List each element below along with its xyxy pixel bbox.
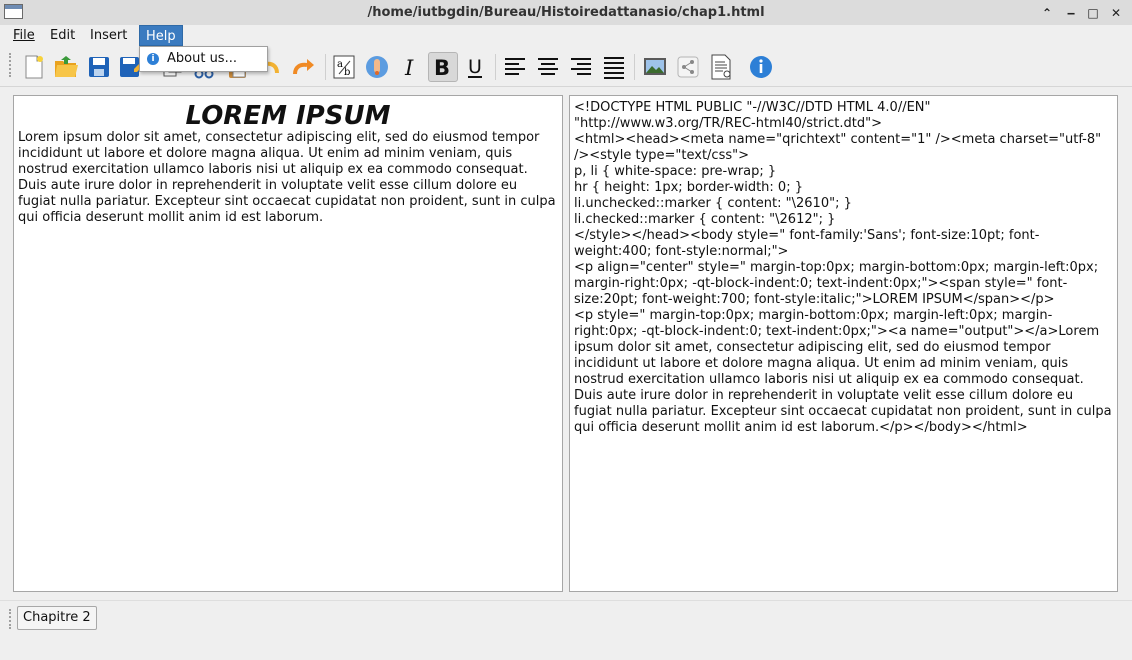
chapter-button[interactable]: Chapitre 2 (17, 606, 97, 630)
share-icon (677, 56, 699, 78)
italic-button[interactable]: I (396, 53, 424, 81)
document-body-text: Lorem ipsum dolor sit amet, consectetur … (18, 130, 556, 225)
status-bar (0, 634, 1132, 660)
redo-button[interactable] (290, 53, 318, 81)
new-file-icon (25, 55, 43, 79)
window-title: /home/iutbgdin/Bureau/Histoiredattanasio… (367, 5, 765, 20)
redo-icon (293, 59, 314, 75)
menu-file[interactable]: File (7, 25, 41, 46)
insert-image-icon (644, 58, 666, 75)
underline-button[interactable]: U (462, 53, 490, 81)
align-right-button[interactable] (568, 53, 596, 81)
info-icon: i (147, 53, 159, 65)
svg-text:B: B (434, 56, 450, 80)
justify-icon (604, 57, 624, 79)
svg-text:b: b (344, 67, 350, 78)
open-folder-icon (55, 56, 78, 77)
toolbar-separator (634, 54, 635, 80)
info-icon (750, 56, 772, 78)
maximize-window-button[interactable]: □ (1084, 4, 1102, 22)
align-center-button[interactable] (535, 53, 563, 81)
italic-icon: I (404, 56, 414, 80)
bold-button[interactable]: B (428, 52, 458, 82)
share-button[interactable] (674, 53, 702, 81)
align-left-icon (505, 58, 525, 75)
spellcheck-icon: ab (333, 55, 355, 79)
save-icon (89, 57, 109, 77)
spellcheck-button[interactable]: ab (330, 53, 358, 81)
close-window-button[interactable]: ✕ (1107, 4, 1125, 22)
text-color-icon (366, 56, 388, 78)
new-file-button[interactable] (20, 53, 48, 81)
menu-help[interactable]: Help (139, 25, 183, 46)
document-button[interactable] (707, 53, 735, 81)
title-bar: /home/iutbgdin/Bureau/Histoiredattanasio… (0, 0, 1132, 26)
html-source-text: <!DOCTYPE HTML PUBLIC "-//W3C//DTD HTML … (574, 100, 1112, 435)
align-center-icon (538, 58, 558, 75)
toolbar-separator (495, 54, 496, 80)
about-button[interactable] (747, 53, 775, 81)
align-right-icon (571, 58, 591, 75)
save-button[interactable] (85, 53, 113, 81)
menu-bar: File Edit Insert Help (0, 25, 1132, 46)
minimize-window-button[interactable]: ‒ (1062, 4, 1080, 22)
open-file-button[interactable] (52, 53, 80, 81)
help-menu-dropdown: i About us... (139, 46, 268, 72)
menu-edit[interactable]: Edit (44, 25, 81, 46)
menu-file-label: File (13, 28, 35, 43)
justify-button[interactable] (601, 53, 629, 81)
svg-text:a: a (337, 59, 343, 70)
chapter-toolbar (0, 600, 1132, 635)
align-left-button[interactable] (502, 53, 530, 81)
document-icon (711, 54, 731, 80)
rich-text-editor[interactable]: LOREM IPSUM Lorem ipsum dolor sit amet, … (13, 95, 563, 592)
toolbar-grip[interactable] (9, 53, 15, 77)
insert-image-button[interactable] (641, 53, 669, 81)
document-heading: LOREM IPSUM (185, 101, 391, 131)
toolbar-separator (325, 54, 326, 80)
menu-item-about[interactable]: About us... (167, 47, 237, 71)
svg-text:U: U (468, 56, 482, 78)
menu-insert[interactable]: Insert (84, 25, 133, 46)
text-color-button[interactable] (363, 53, 391, 81)
collapse-window-button[interactable]: ⌃ (1038, 4, 1056, 22)
toolbar-grip[interactable] (9, 609, 15, 629)
bold-icon: B (434, 56, 450, 80)
svg-text:I: I (404, 56, 414, 80)
html-source-editor[interactable]: <!DOCTYPE HTML PUBLIC "-//W3C//DTD HTML … (569, 95, 1118, 592)
underline-icon: U (468, 56, 482, 78)
